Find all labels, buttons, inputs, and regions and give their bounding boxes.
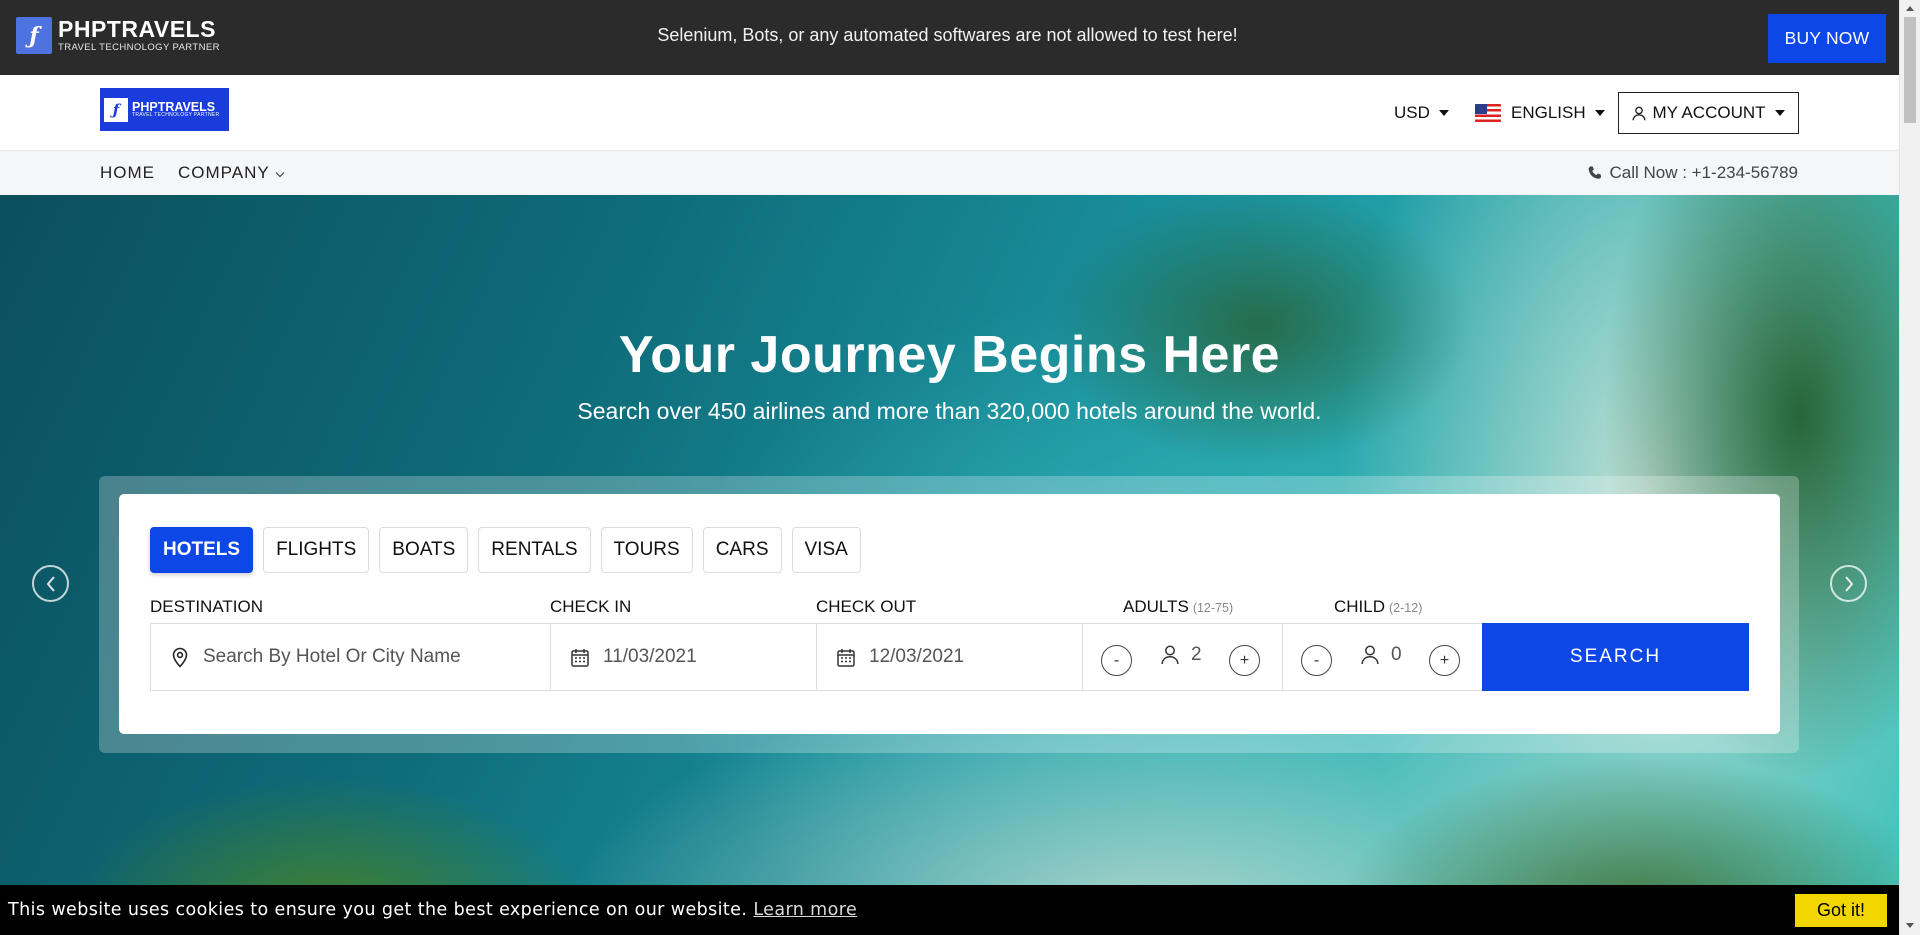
hero-banner: Your Journey Begins Here Search over 450… (0, 195, 1899, 935)
currency-dropdown[interactable]: USD (1394, 103, 1449, 123)
checkout-date-input[interactable]: 12/03/2021 (816, 623, 1083, 691)
scroll-down-arrow-icon[interactable] (1906, 923, 1914, 928)
call-now-text: Call Now : +1-234-56789 (1609, 163, 1798, 182)
nav-home-link[interactable]: HOME (100, 163, 155, 183)
hero-subtitle: Search over 450 airlines and more than 3… (577, 398, 1322, 424)
phone-icon (1589, 166, 1602, 179)
tab-tours[interactable]: TOURS (600, 527, 693, 573)
child-range: (2-12) (1389, 601, 1423, 615)
checkout-label: CHECK OUT (816, 597, 917, 616)
adults-label-text: ADULTS (1123, 597, 1189, 616)
adults-label: ADULTS (12-75) (1123, 597, 1233, 617)
nav-bar: HOME COMPANY Call Now : +1-234-56789 (0, 151, 1899, 195)
search-button[interactable]: SEARCH (1482, 623, 1749, 691)
destination-placeholder: Search By Hotel Or City Name (203, 646, 461, 667)
child-label: CHILD (2-12) (1334, 597, 1422, 617)
tab-rentals[interactable]: RENTALS (478, 527, 591, 573)
user-icon (1361, 645, 1379, 665)
my-account-label: MY ACCOUNT (1652, 103, 1766, 122)
header-logo-mark-icon: ƒ (104, 97, 128, 122)
carousel-next-button[interactable] (1830, 565, 1867, 602)
child-stepper: - 0 + (1282, 623, 1483, 691)
child-increment-button[interactable]: + (1429, 645, 1460, 676)
us-flag-icon (1475, 104, 1501, 122)
main-header: ƒ PHPTRAVELS TRAVEL TECHNOLOGY PARTNER U… (0, 75, 1899, 151)
checkin-date-input[interactable]: 11/03/2021 (550, 623, 817, 691)
page-scrollbar[interactable] (1899, 0, 1920, 935)
adults-increment-button[interactable]: + (1229, 645, 1260, 676)
hero-title: Your Journey Begins Here (618, 326, 1281, 384)
child-decrement-button[interactable]: - (1301, 645, 1332, 676)
adults-decrement-button[interactable]: - (1101, 645, 1132, 676)
caret-down-icon (1774, 110, 1785, 116)
nav-company-link[interactable]: COMPANY (178, 163, 285, 183)
child-label-text: CHILD (1334, 597, 1386, 616)
user-icon (1161, 645, 1179, 665)
calendar-icon (837, 648, 855, 667)
destination-input[interactable]: Search By Hotel Or City Name (150, 623, 551, 691)
search-fields: Search By Hotel Or City Name 11/03/2021 … (150, 623, 1749, 691)
adults-stepper: - 2 + (1082, 623, 1283, 691)
cookie-message-row: This website uses cookies to ensure you … (8, 900, 857, 920)
top-bar: ƒ PHPTRAVELS TRAVEL TECHNOLOGY PARTNER S… (0, 0, 1899, 75)
header-logo[interactable]: ƒ PHPTRAVELS TRAVEL TECHNOLOGY PARTNER (100, 88, 229, 131)
tab-hotels[interactable]: HOTELS (150, 527, 254, 573)
tab-boats[interactable]: BOATS (379, 527, 469, 573)
search-panel: HOTELS FLIGHTS BOATS RENTALS TOURS CARS … (119, 494, 1780, 734)
scroll-up-arrow-icon[interactable] (1906, 6, 1914, 11)
caret-down-icon (1438, 110, 1449, 116)
call-now: Call Now : +1-234-56789 (1587, 163, 1798, 183)
map-pin-icon (172, 647, 188, 668)
adults-count: 2 (1161, 644, 1202, 666)
tab-cars[interactable]: CARS (702, 527, 782, 573)
user-icon (1633, 106, 1646, 120)
chevron-right-icon (1844, 575, 1853, 592)
adults-range: (12-75) (1192, 601, 1234, 615)
cookie-banner: This website uses cookies to ensure you … (0, 885, 1899, 935)
adults-count-value: 2 (1191, 644, 1202, 665)
nav-company-label: COMPANY (178, 163, 270, 182)
destination-label: DESTINATION (150, 597, 264, 616)
search-tabs: HOTELS FLIGHTS BOATS RENTALS TOURS CARS … (150, 527, 871, 573)
language-label: ENGLISH (1511, 103, 1586, 122)
buy-now-button[interactable]: BUY NOW (1768, 14, 1886, 63)
my-account-button[interactable]: MY ACCOUNT (1618, 92, 1799, 134)
language-dropdown[interactable]: ENGLISH (1475, 103, 1605, 123)
carousel-prev-button[interactable] (32, 565, 69, 602)
checkin-date-value: 11/03/2021 (603, 646, 697, 667)
cookie-accept-button[interactable]: Got it! (1795, 894, 1887, 927)
checkin-label: CHECK IN (550, 597, 632, 616)
child-count-value: 0 (1391, 644, 1402, 665)
chevron-down-icon (275, 172, 285, 178)
tab-visa[interactable]: VISA (791, 527, 861, 573)
cookie-learn-more-link[interactable]: Learn more (753, 900, 857, 920)
caret-down-icon (1594, 110, 1605, 116)
automation-notice: Selenium, Bots, or any automated softwar… (657, 25, 1238, 45)
child-count: 0 (1361, 644, 1402, 666)
cookie-message: This website uses cookies to ensure you … (8, 900, 748, 920)
currency-label: USD (1394, 103, 1430, 122)
calendar-icon (571, 648, 589, 667)
checkout-date-value: 12/03/2021 (869, 646, 965, 667)
tab-flights[interactable]: FLIGHTS (263, 527, 370, 573)
chevron-left-icon (46, 575, 55, 592)
scrollbar-thumb[interactable] (1904, 17, 1916, 123)
header-logo-tagline: TRAVEL TECHNOLOGY PARTNER (132, 112, 220, 119)
